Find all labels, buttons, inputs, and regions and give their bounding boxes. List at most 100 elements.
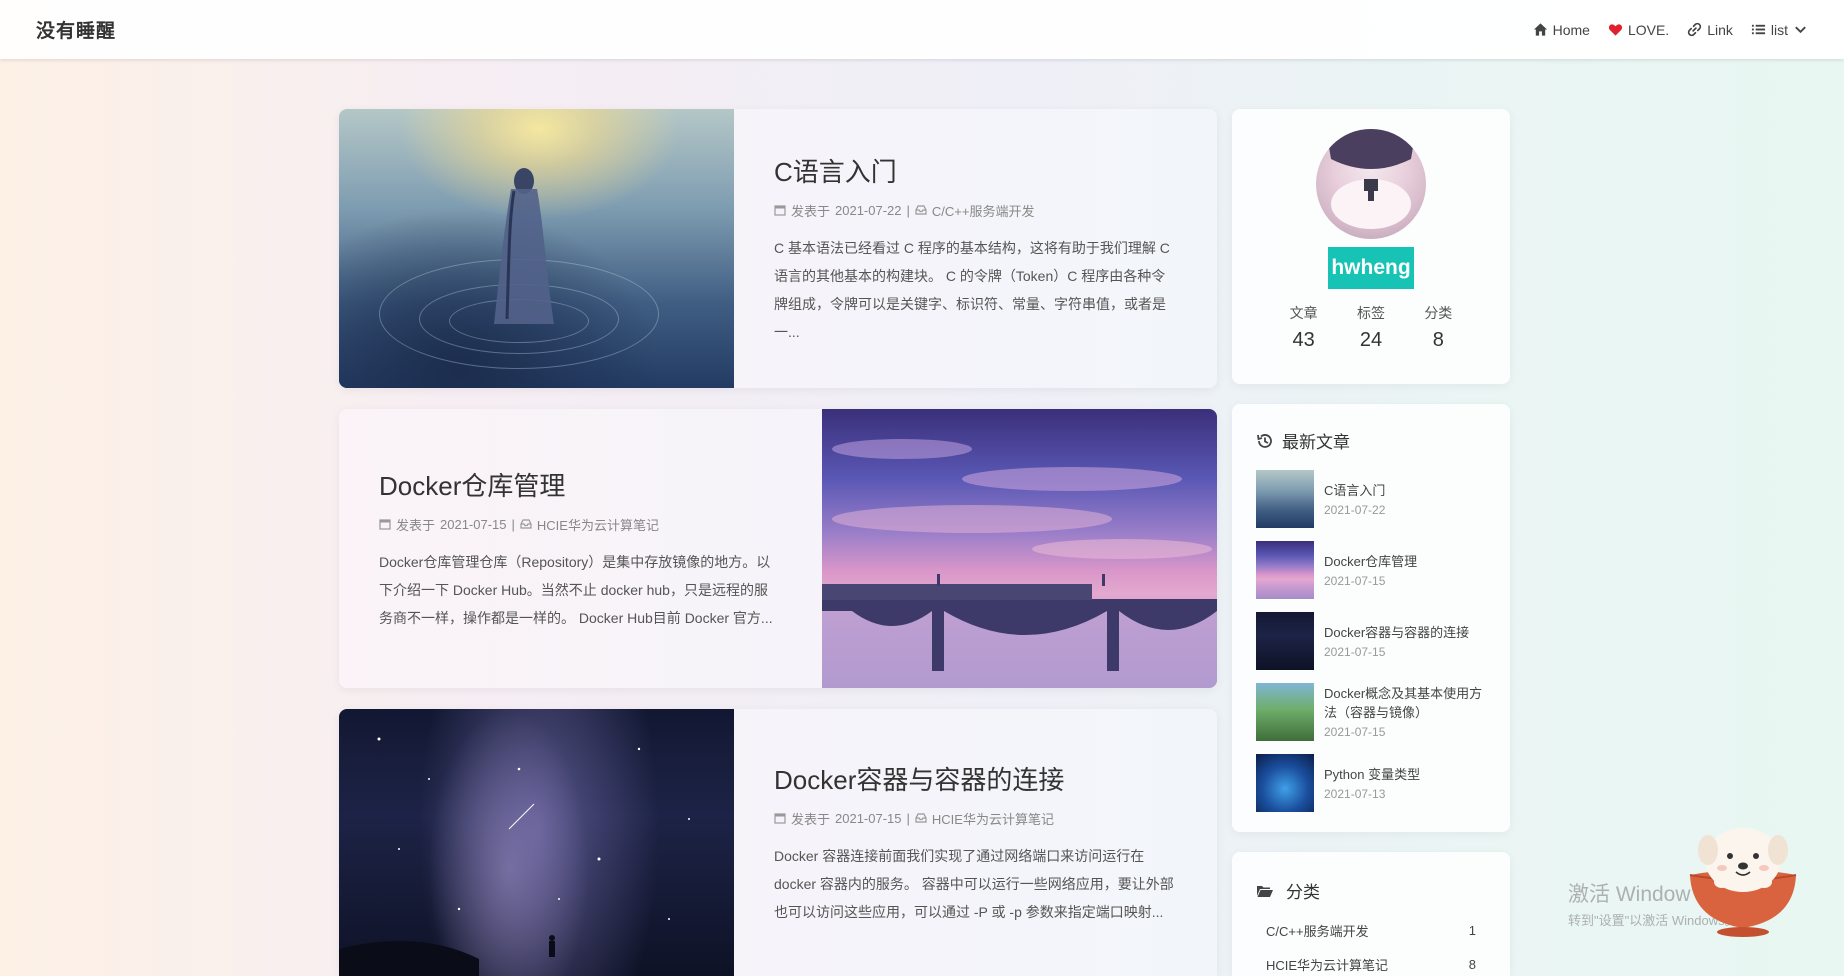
recent-item-title[interactable]: Docker仓库管理 <box>1324 552 1417 571</box>
stat-value: 43 <box>1292 329 1315 351</box>
top-navbar: 没有睡醒 Home LOVE. Link list <box>0 0 1844 59</box>
stat-label: 文章 <box>1289 305 1318 321</box>
recent-item-title[interactable]: C语言入门 <box>1324 481 1385 500</box>
post-thumbnail-image[interactable] <box>822 409 1217 688</box>
calendar-icon <box>379 519 391 530</box>
category-count: 8 <box>1468 956 1476 972</box>
post-excerpt: Docker 容器连接前面我们实现了通过网络端口来访问运行在 docker 容器… <box>774 847 1174 920</box>
stat-label: 标签 <box>1356 305 1385 321</box>
post-card[interactable]: Docker容器与容器的连接 发表于 2021-07-15 | HCIE华为云计… <box>339 709 1217 976</box>
avatar[interactable] <box>1316 129 1426 239</box>
meta-separator: | <box>511 516 515 532</box>
nav-links: Home LOVE. Link list <box>1533 22 1808 38</box>
home-icon <box>1533 23 1547 36</box>
profile-card: hwheng 文章 43 标签 24 分类 8 <box>1232 109 1510 384</box>
post-body: Docker容器与容器的连接 发表于 2021-07-15 | HCIE华为云计… <box>734 709 1217 976</box>
category-name[interactable]: HCIE华为云计算笔记 <box>1266 955 1388 974</box>
widget-title: 最新文章 <box>1256 428 1487 453</box>
post-excerpt: C 基本语法已经看过 C 程序的基本结构，这将有助于我们理解 C 语言的其他基本… <box>774 239 1170 340</box>
recent-item-date: 2021-07-13 <box>1324 786 1386 801</box>
chevron-down-icon <box>1795 26 1806 34</box>
post-meta-prefix: 发表于 <box>396 517 436 533</box>
recent-item-date: 2021-07-15 <box>1324 725 1386 739</box>
heart-icon <box>1608 24 1623 36</box>
nav-link-label: Link <box>1707 21 1733 38</box>
nav-home[interactable]: Home <box>1533 22 1590 38</box>
nav-link[interactable]: Link <box>1687 22 1733 38</box>
recent-item[interactable]: Docker容器与容器的连接 2021-07-15 <box>1256 605 1487 676</box>
recent-title: 最新文章 <box>1282 433 1350 452</box>
recent-thumbnail-image[interactable] <box>1256 682 1314 741</box>
category-item[interactable]: HCIE华为云计算笔记 8 <box>1256 947 1476 976</box>
widget-title: 分类 <box>1256 878 1476 903</box>
nav-list-label: list <box>1770 21 1788 38</box>
profile-stats: 文章 43 标签 24 分类 8 <box>1232 303 1510 352</box>
category-count: 1 <box>1468 922 1476 938</box>
recent-thumbnail-image[interactable] <box>1256 469 1314 528</box>
categories-widget: 分类 C/C++服务端开发 1 HCIE华为云计算笔记 8 <box>1232 852 1510 976</box>
recent-item-date: 2021-07-15 <box>1324 644 1386 659</box>
post-category-link[interactable]: HCIE华为云计算笔记 <box>932 809 1054 828</box>
recent-item[interactable]: Docker概念及其基本使用方法（容器与镜像） 2021-07-15 <box>1256 676 1487 747</box>
post-body: C语言入门 发表于 2021-07-22 | C/C++服务端开发 C 基本语法… <box>734 109 1217 388</box>
post-meta: 发表于 2021-07-15 | HCIE华为云计算笔记 <box>774 809 1177 828</box>
recent-item[interactable]: Python 变量类型 2021-07-13 <box>1256 747 1487 818</box>
recent-thumbnail-image[interactable] <box>1256 540 1314 599</box>
post-meta: 发表于 2021-07-15 | HCIE华为云计算笔记 <box>379 515 782 534</box>
post-title[interactable]: C语言入门 <box>774 152 1177 189</box>
meta-separator: | <box>906 810 910 826</box>
recent-item[interactable]: Docker仓库管理 2021-07-15 <box>1256 534 1487 605</box>
category-name[interactable]: C/C++服务端开发 <box>1266 921 1369 940</box>
post-date: 2021-07-15 <box>440 516 507 532</box>
nav-home-label: Home <box>1552 21 1590 38</box>
link-icon <box>1688 22 1702 37</box>
meta-separator: | <box>906 202 910 218</box>
post-title[interactable]: Docker仓库管理 <box>379 466 782 503</box>
stat-tags[interactable]: 标签 24 <box>1357 303 1385 352</box>
post-meta-prefix: 发表于 <box>791 203 831 219</box>
post-meta: 发表于 2021-07-22 | C/C++服务端开发 <box>774 201 1177 220</box>
recent-item-title[interactable]: Docker概念及其基本使用方法（容器与镜像） <box>1324 684 1487 722</box>
post-thumbnail-image[interactable] <box>339 709 734 976</box>
post-card[interactable]: Docker仓库管理 发表于 2021-07-15 | HCIE华为云计算笔记 … <box>339 409 1217 688</box>
profile-username[interactable]: hwheng <box>1328 247 1414 289</box>
nav-love-label: LOVE. <box>1627 21 1670 38</box>
history-icon <box>1257 433 1272 448</box>
recent-item[interactable]: C语言入门 2021-07-22 <box>1256 463 1487 534</box>
post-excerpt: Docker仓库管理仓库（Repository）是集中存放镜像的地方。以下介绍一… <box>379 553 773 626</box>
stat-articles[interactable]: 文章 43 <box>1290 303 1318 352</box>
recent-item-date: 2021-07-15 <box>1324 573 1386 588</box>
folder-open-icon <box>1257 885 1273 897</box>
post-category-link[interactable]: HCIE华为云计算笔记 <box>537 515 659 534</box>
stat-value: 24 <box>1359 329 1383 351</box>
post-card[interactable]: C语言入门 发表于 2021-07-22 | C/C++服务端开发 C 基本语法… <box>339 109 1217 388</box>
calendar-icon <box>774 813 786 824</box>
recent-item-title[interactable]: Python 变量类型 <box>1324 765 1420 784</box>
stat-value: 8 <box>1432 329 1444 351</box>
post-body: Docker仓库管理 发表于 2021-07-15 | HCIE华为云计算笔记 … <box>339 409 822 688</box>
stat-label: 分类 <box>1424 305 1453 321</box>
recent-thumbnail-image[interactable] <box>1256 611 1314 670</box>
nav-love[interactable]: LOVE. <box>1608 22 1669 38</box>
recent-thumbnail-image[interactable] <box>1256 753 1314 812</box>
recent-item-date: 2021-07-22 <box>1324 502 1386 517</box>
recent-posts-widget: 最新文章 C语言入门 2021-07-22 Docker仓库管理 2021-07-1… <box>1232 404 1510 832</box>
nav-list-dropdown[interactable]: list <box>1751 22 1808 38</box>
post-meta-prefix: 发表于 <box>791 811 831 827</box>
recent-item-title[interactable]: Docker容器与容器的连接 <box>1324 623 1469 642</box>
post-thumbnail-image[interactable] <box>339 109 734 388</box>
inbox-icon <box>915 205 927 215</box>
inbox-icon <box>520 519 532 529</box>
list-icon <box>1751 24 1765 35</box>
post-date: 2021-07-15 <box>835 810 902 826</box>
site-brand[interactable]: 没有睡醒 <box>36 16 116 43</box>
categories-title: 分类 <box>1286 883 1320 902</box>
post-title[interactable]: Docker容器与容器的连接 <box>774 760 1177 797</box>
post-date: 2021-07-22 <box>835 202 902 218</box>
calendar-icon <box>774 205 786 216</box>
post-category-link[interactable]: C/C++服务端开发 <box>932 201 1035 220</box>
dog-mascot-icon[interactable] <box>1686 820 1800 938</box>
inbox-icon <box>915 813 927 823</box>
stat-categories[interactable]: 分类 8 <box>1424 303 1452 352</box>
category-item[interactable]: C/C++服务端开发 1 <box>1256 913 1476 947</box>
